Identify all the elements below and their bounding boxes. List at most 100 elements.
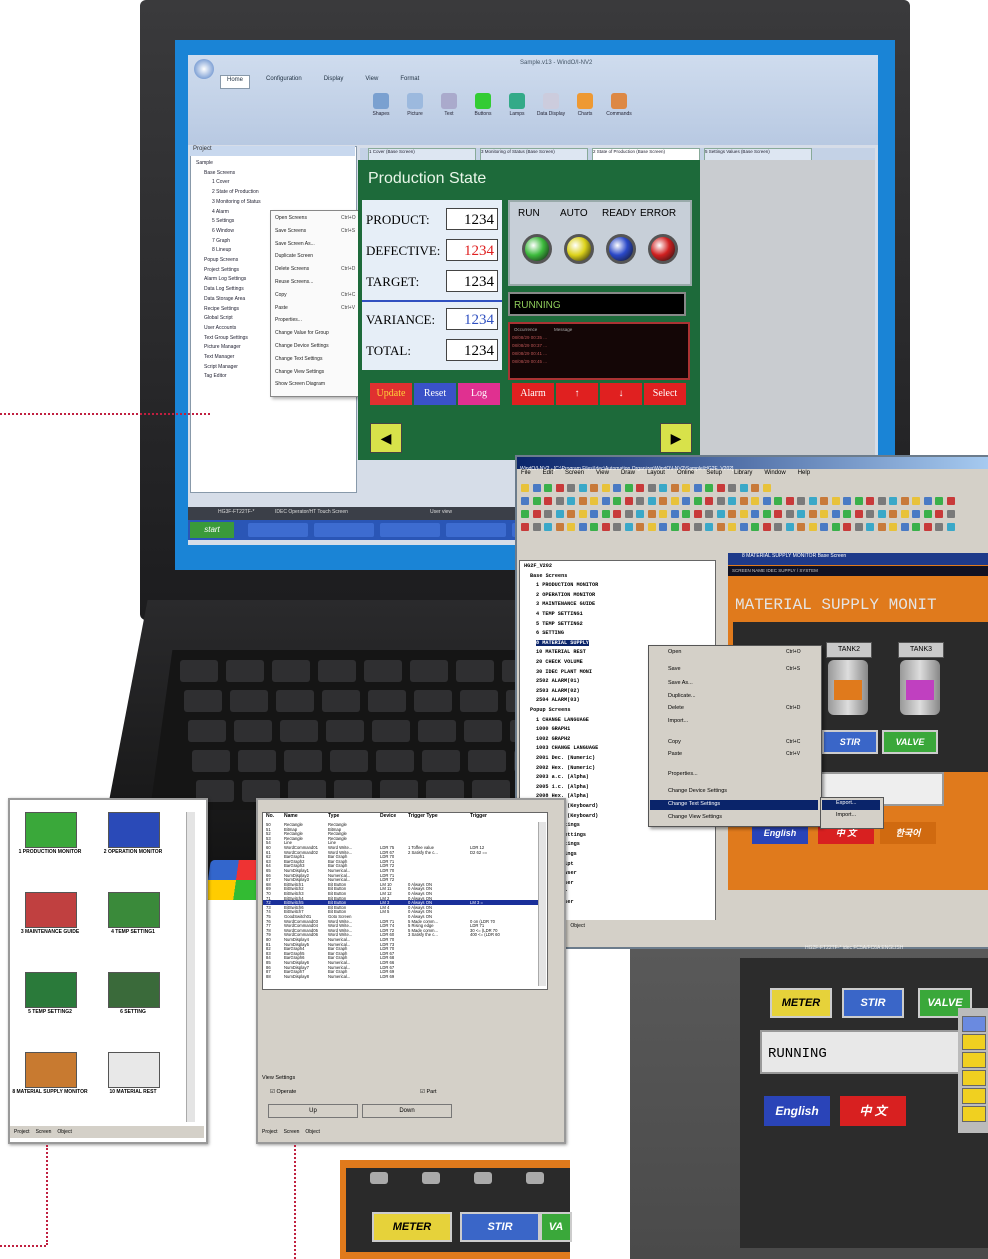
tree-item[interactable]: 5 TEMP SETTING2 <box>536 621 583 627</box>
ribbon-tab[interactable]: Display <box>318 75 350 89</box>
tree-item[interactable]: 2 State of Production <box>212 189 259 195</box>
toolbar-button-icon[interactable] <box>624 510 633 518</box>
table-header[interactable]: Trigger Type <box>408 813 438 821</box>
ribbon-tab[interactable]: Configuration <box>260 75 308 89</box>
submenu-item[interactable]: Import... <box>822 812 880 822</box>
menu-item[interactable]: Online <box>677 470 694 480</box>
tree-item[interactable]: Sample <box>196 160 213 166</box>
toolbar-button-icon[interactable] <box>521 497 529 505</box>
toolbar-button-icon[interactable] <box>613 497 621 505</box>
toolbar-button-icon[interactable] <box>797 510 805 518</box>
toolbar-button-icon[interactable] <box>590 484 598 492</box>
panel-tab[interactable]: Screen <box>36 1126 52 1138</box>
toolbar-button-icon[interactable] <box>739 497 748 505</box>
toolbar-button-icon[interactable] <box>900 523 909 531</box>
toolbar-button-icon[interactable] <box>762 484 771 492</box>
tree-item[interactable]: 30 IDEC PLANT MONI <box>536 669 592 675</box>
tree-item[interactable]: 7 Graph <box>212 238 230 244</box>
toolbar-button-icon[interactable] <box>912 497 920 505</box>
hmi-button[interactable]: Update <box>370 383 412 405</box>
hmi-button[interactable]: Select <box>644 383 686 405</box>
toolbar-button-icon[interactable] <box>877 497 886 505</box>
toolbar-button-icon[interactable] <box>728 510 736 518</box>
toolbar-button-icon[interactable] <box>590 497 598 505</box>
toolbar-button-icon[interactable] <box>682 523 690 531</box>
context-menu-item[interactable]: Duplicate Screen <box>275 253 313 259</box>
tree-item[interactable]: 3 MAINTENANCE GUIDE <box>536 601 595 607</box>
toolbar-button-icon[interactable] <box>590 510 598 518</box>
menu-item[interactable]: Library <box>734 470 752 480</box>
app-menu-icon[interactable] <box>194 59 214 79</box>
toolbar-button-icon[interactable] <box>659 510 667 518</box>
keypad-key[interactable] <box>962 1016 986 1032</box>
tree-item[interactable]: 1 CHANGE LANGUAGE <box>536 717 589 723</box>
tree-item[interactable]: 10 MATERIAL REST <box>536 649 586 655</box>
table-row[interactable]: 88 NumDisplay8 Numerical... LDR 69 <box>263 974 545 979</box>
screen-thumbnail[interactable] <box>108 892 160 928</box>
toolbar-button-icon[interactable] <box>774 523 782 531</box>
ribbon-button[interactable]: Commands <box>604 93 634 117</box>
toolbar-button-icon[interactable] <box>532 484 541 492</box>
toolbar-button-icon[interactable] <box>578 510 587 518</box>
toolbar-button-icon[interactable] <box>532 523 541 531</box>
toolbar-button-icon[interactable] <box>831 510 840 518</box>
toolbar-button-icon[interactable] <box>590 523 598 531</box>
toolbar-button-icon[interactable] <box>877 523 886 531</box>
submenu-item[interactable]: Export... <box>822 800 880 810</box>
menu-item[interactable]: View <box>596 470 609 480</box>
tree-item[interactable]: Text Manager <box>204 354 234 360</box>
panel-control-button[interactable]: METER <box>770 988 832 1018</box>
keypad-key[interactable] <box>962 1088 986 1104</box>
toolbar-button-icon[interactable] <box>751 484 759 492</box>
context-menu-item[interactable]: Paste <box>275 305 288 311</box>
toolbar-button-icon[interactable] <box>544 523 552 531</box>
toolbar-button-icon[interactable] <box>889 497 897 505</box>
toolbar-button-icon[interactable] <box>636 497 644 505</box>
tree-item[interactable]: User Accounts <box>204 325 236 331</box>
toolbar-button-icon[interactable] <box>705 484 713 492</box>
toolbar-button-icon[interactable] <box>647 484 656 492</box>
toolbar-button-icon[interactable] <box>923 510 932 518</box>
ribbon-button[interactable]: Picture <box>400 93 430 117</box>
toolbar-button-icon[interactable] <box>578 484 587 492</box>
panel-control-button[interactable]: STIR <box>842 988 904 1018</box>
context-menu-item[interactable]: Save Screens <box>275 228 306 234</box>
toolbar-button-icon[interactable] <box>774 510 782 518</box>
toolbar-button-icon[interactable] <box>831 523 840 531</box>
toolbar-button-icon[interactable] <box>797 523 805 531</box>
ribbon-button[interactable]: Shapes <box>366 93 396 117</box>
keypad-key[interactable] <box>962 1106 986 1122</box>
toolbar-button-icon[interactable] <box>912 523 920 531</box>
toolbar-button-icon[interactable] <box>808 510 817 518</box>
hmi-button[interactable]: Reset <box>414 383 456 405</box>
toolbar-button-icon[interactable] <box>900 497 909 505</box>
toolbar-button-icon[interactable] <box>544 497 552 505</box>
toolbar-button-icon[interactable] <box>670 484 679 492</box>
table-header[interactable]: Device <box>380 813 396 821</box>
panel-tab[interactable]: Object <box>570 920 584 932</box>
tree-item[interactable]: Recipe Settings <box>204 306 239 312</box>
context-menu-item[interactable]: Open Screens <box>275 215 307 221</box>
toolbar-button-icon[interactable] <box>935 523 943 531</box>
menu-item[interactable]: Draw <box>621 470 635 480</box>
hmi-button[interactable]: ↑ <box>556 383 598 405</box>
tree-item[interactable]: 2005 i.c. (Alpha) <box>536 784 589 790</box>
tree-item[interactable]: 2502 ALARM(01) <box>536 678 580 684</box>
toolbar-button-icon[interactable] <box>728 523 736 531</box>
tree-item[interactable]: 1 Cover <box>212 179 230 185</box>
toolbar-button-icon[interactable] <box>567 484 575 492</box>
tree-item[interactable]: 1002 GRAPH2 <box>536 736 570 742</box>
tree-item[interactable]: Text Group Settings <box>204 335 248 341</box>
toolbar-button-icon[interactable] <box>636 484 644 492</box>
toolbar-button-icon[interactable] <box>716 484 725 492</box>
toolbar-button-icon[interactable] <box>624 523 633 531</box>
toolbar-button-icon[interactable] <box>613 510 621 518</box>
tree-item[interactable]: 1003 CHANGE LANGUAGE <box>536 745 598 751</box>
toolbar-button-icon[interactable] <box>820 510 828 518</box>
toolbar-button-icon[interactable] <box>693 523 702 531</box>
tree-item[interactable]: Popup Screens <box>530 707 570 713</box>
tree-item[interactable]: 6 SETTING <box>536 630 564 636</box>
hmi-button[interactable]: Alarm <box>512 383 554 405</box>
context-menu-item[interactable]: Change Text Settings <box>275 356 322 362</box>
tree-item[interactable]: Tag Editor <box>204 373 227 379</box>
